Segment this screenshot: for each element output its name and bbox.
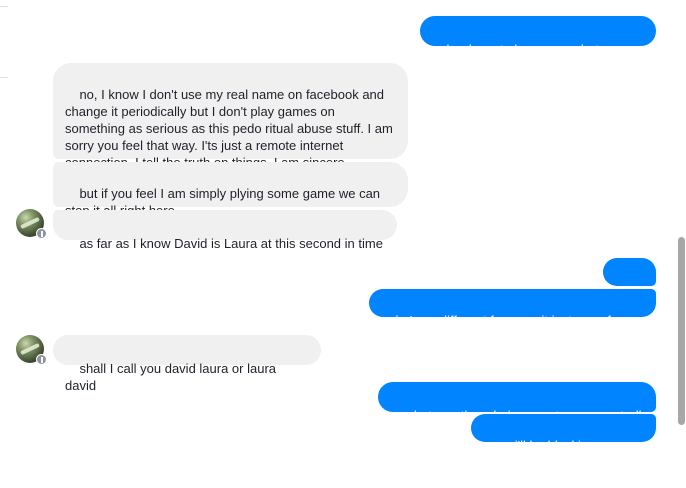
message-text: no, I know I don't use my real name on f… <box>65 87 393 170</box>
contact-avatar[interactable] <box>16 335 47 365</box>
message-bubble-incoming[interactable]: but if you feel I am simply plying some … <box>53 162 408 218</box>
message-bubble-incoming[interactable]: as far as I know David is Laura at this … <box>53 210 397 251</box>
message-text: he doesnt play games, but you are <box>432 42 628 74</box>
avatar-photo-detail <box>20 342 40 356</box>
message-bubble-outgoing[interactable]: he's so different from me it isnt even f… <box>369 289 656 328</box>
scrollbar-thumb[interactable] <box>678 237 685 425</box>
message-bubble-outgoing[interactable]: so i'll be blocking you now <box>471 414 656 470</box>
contact-avatar[interactable] <box>16 209 47 239</box>
facebook-badge-icon <box>36 354 47 365</box>
message-bubble-outgoing[interactable]: whatever though, i suspect you are a tro… <box>378 382 656 423</box>
message-text: so i'll be blocking you now <box>483 438 624 470</box>
message-bubble-incoming[interactable]: no, I know I don't use my real name on f… <box>53 63 408 170</box>
avatar-photo-detail <box>20 216 40 230</box>
conversation-list-edge <box>0 0 8 451</box>
divider <box>0 77 8 78</box>
message-bubble-outgoing[interactable]: lmao <box>603 258 656 314</box>
message-text: as far as I know David is Laura at this … <box>79 236 383 251</box>
facebook-badge-icon <box>36 228 47 239</box>
chat-thread: he doesnt play games, but you are no, I … <box>0 0 686 470</box>
message-text: he's so different from me it isnt even f… <box>395 313 640 328</box>
message-text: shall I call you david laura or laura da… <box>65 361 280 393</box>
divider <box>0 6 8 7</box>
message-bubble-incoming[interactable]: shall I call you david laura or laura da… <box>53 335 321 393</box>
message-bubble-outgoing[interactable]: he doesnt play games, but you are <box>420 16 656 74</box>
